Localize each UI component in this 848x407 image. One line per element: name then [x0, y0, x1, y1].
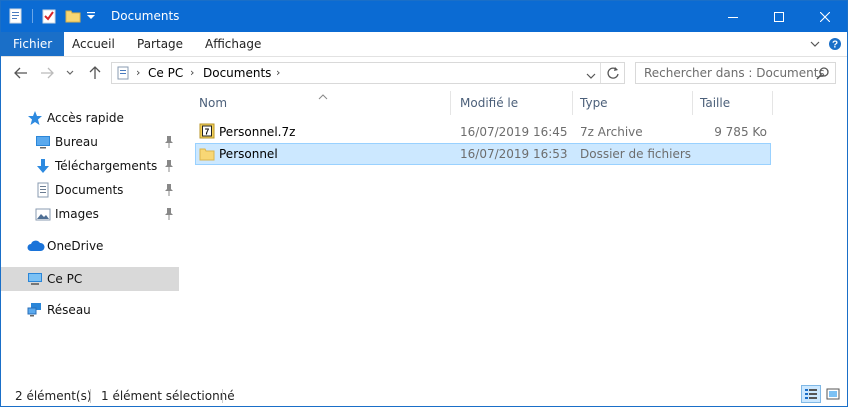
- file-name: Personnel.7z: [219, 125, 296, 139]
- sort-ascending-icon: [318, 89, 328, 103]
- svg-text:?: ?: [832, 40, 838, 51]
- folder-icon: [199, 146, 215, 165]
- nav-item-bureau[interactable]: Bureau: [1, 131, 179, 153]
- arrow-left-icon: [14, 67, 27, 79]
- pin-icon[interactable]: [164, 159, 174, 173]
- nav-label: Réseau: [47, 303, 91, 317]
- close-icon: [820, 11, 830, 22]
- images-icon: [35, 206, 51, 222]
- arrow-up-icon: [89, 66, 101, 79]
- file-type: Dossier de fichiers: [580, 147, 692, 161]
- selection-count: 1 élément sélectionné: [101, 389, 235, 403]
- nav-item-quick-access[interactable]: Accès rapide: [1, 107, 179, 129]
- ribbon-tabs: Fichier Accueil Partage Affichage ?: [1, 32, 847, 57]
- nav-item-onedrive[interactable]: OneDrive: [1, 235, 179, 257]
- back-button[interactable]: [11, 63, 31, 83]
- breadcrumb-separator[interactable]: ›: [276, 66, 280, 79]
- tab-fichier[interactable]: Fichier: [1, 32, 65, 56]
- properties-icon[interactable]: [9, 7, 23, 25]
- nav-label: Accès rapide: [47, 111, 124, 125]
- nav-label: Documents: [55, 183, 124, 197]
- pin-icon[interactable]: [164, 183, 174, 197]
- tab-partage[interactable]: Partage: [127, 32, 193, 56]
- breadcrumb-ce-pc[interactable]: Ce PC: [148, 66, 183, 80]
- window-title: Documents: [111, 9, 180, 23]
- arrow-right-icon: [41, 67, 54, 79]
- chevron-down-icon: [586, 73, 596, 79]
- new-folder-icon[interactable]: [65, 7, 81, 25]
- details-view-icon: [805, 389, 817, 399]
- search-placeholder: Rechercher dans : Documents: [644, 66, 825, 80]
- desktop-icon: [35, 134, 51, 150]
- status-bar: 2 élément(s) 1 élément sélectionné: [1, 381, 847, 406]
- large-icons-view-icon: [826, 388, 840, 400]
- minimize-button[interactable]: [710, 1, 756, 32]
- pin-icon[interactable]: [164, 135, 174, 149]
- large-icons-view-button[interactable]: [823, 385, 843, 403]
- navigation-pane: Accès rapide Bureau Téléchargements Docu…: [1, 93, 179, 376]
- breadcrumb-separator[interactable]: ›: [190, 66, 194, 79]
- help-button[interactable]: ?: [827, 36, 843, 52]
- file-modified: 16/07/2019 16:53: [460, 147, 568, 161]
- file-row[interactable]: Personnel 16/07/2019 16:53 Dossier de fi…: [195, 143, 771, 165]
- customize-quick-access-icon[interactable]: [86, 7, 96, 25]
- checklist-icon[interactable]: [41, 7, 57, 25]
- chevron-down-icon: [810, 41, 820, 47]
- close-button[interactable]: [802, 1, 848, 32]
- file-row[interactable]: 7 Personnel.7z 16/07/2019 16:45 7z Archi…: [195, 121, 771, 143]
- refresh-icon: [607, 67, 619, 79]
- file-type: 7z Archive: [580, 125, 643, 139]
- address-history-button[interactable]: [586, 69, 596, 83]
- expand-ribbon-button[interactable]: [807, 36, 823, 52]
- item-count: 2 élément(s): [15, 389, 92, 403]
- column-header-type[interactable]: Type: [580, 93, 608, 119]
- minimize-icon: [728, 16, 738, 18]
- tab-affichage[interactable]: Affichage: [195, 32, 271, 56]
- search-icon[interactable]: [816, 66, 830, 83]
- recent-locations-button[interactable]: [63, 63, 77, 83]
- nav-item-telechargements[interactable]: Téléchargements: [1, 155, 179, 177]
- file-list: Nom Modifié le Type Taille 7 Personnel.7…: [181, 87, 847, 377]
- address-bar[interactable]: › Ce PC › Documents ›: [111, 62, 625, 84]
- file-size: 9 785 Ko: [714, 125, 767, 139]
- nav-label: Ce PC: [47, 272, 83, 286]
- refresh-button[interactable]: [606, 66, 620, 83]
- column-header-size[interactable]: Taille: [700, 93, 730, 119]
- maximize-button[interactable]: [756, 1, 802, 32]
- maximize-icon: [774, 11, 784, 22]
- up-button[interactable]: [85, 63, 105, 83]
- document-icon: [35, 182, 51, 198]
- network-icon: [27, 302, 43, 318]
- pin-icon[interactable]: [164, 207, 174, 221]
- nav-item-reseau[interactable]: Réseau: [1, 299, 179, 321]
- chevron-down-icon: [66, 70, 74, 75]
- column-header-modified[interactable]: Modifié le: [460, 93, 518, 119]
- nav-label: Téléchargements: [55, 159, 158, 173]
- this-pc-small-icon: [116, 66, 130, 83]
- star-icon: [27, 110, 43, 126]
- computer-icon: [27, 271, 43, 287]
- breadcrumb-separator[interactable]: ›: [136, 66, 140, 79]
- cloud-icon: [27, 238, 45, 254]
- tab-accueil[interactable]: Accueil: [62, 32, 125, 56]
- details-view-button[interactable]: [801, 385, 821, 403]
- column-header-name[interactable]: Nom: [199, 93, 227, 119]
- search-input[interactable]: Rechercher dans : Documents: [635, 62, 836, 84]
- nav-label: Bureau: [55, 135, 98, 149]
- title-bar: Documents: [1, 1, 847, 32]
- help-icon: ?: [829, 38, 841, 51]
- file-name: Personnel: [219, 147, 278, 161]
- file-modified: 16/07/2019 16:45: [460, 125, 568, 139]
- nav-label: Images: [55, 207, 99, 221]
- nav-item-documents[interactable]: Documents: [1, 179, 179, 201]
- nav-item-ce-pc[interactable]: Ce PC: [1, 267, 179, 291]
- explorer-window: Documents Fichier Accueil Partage Affich…: [0, 0, 848, 407]
- download-icon: [35, 158, 51, 174]
- breadcrumb-documents[interactable]: Documents: [203, 66, 271, 80]
- nav-item-images[interactable]: Images: [1, 203, 179, 225]
- svg-text:7: 7: [205, 128, 210, 137]
- nav-label: OneDrive: [47, 239, 104, 253]
- archive-7z-icon: 7: [199, 123, 215, 142]
- forward-button[interactable]: [37, 63, 57, 83]
